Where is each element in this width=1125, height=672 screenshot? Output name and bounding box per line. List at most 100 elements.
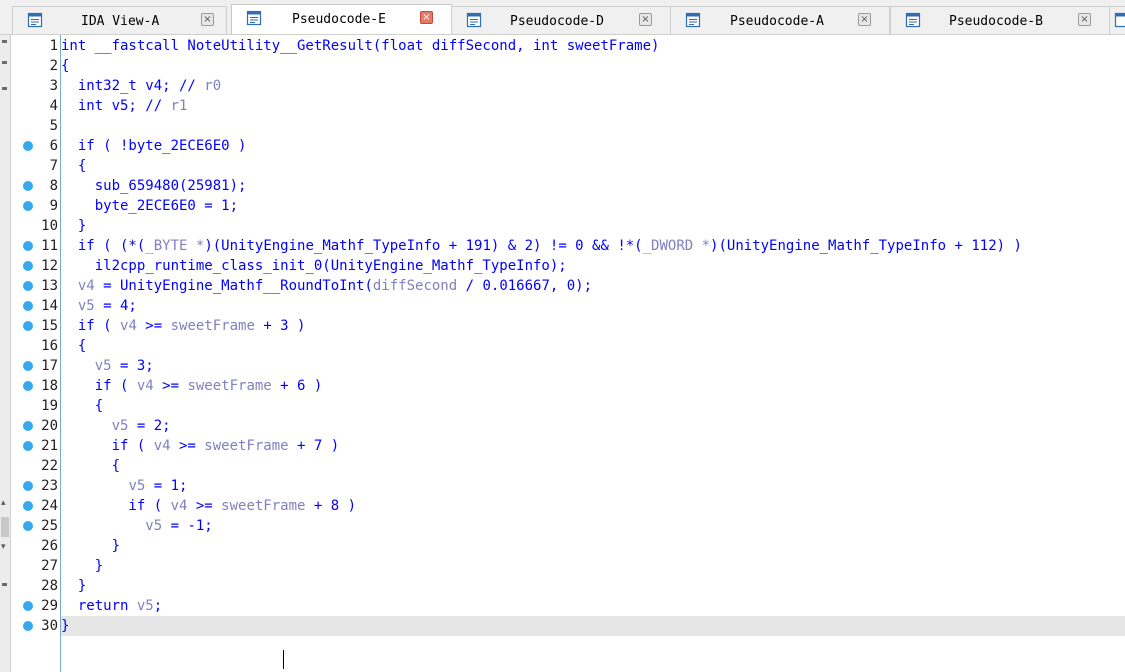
gutter-line[interactable]: 12 — [11, 256, 60, 276]
breakpoint-dot-icon[interactable] — [23, 601, 33, 611]
code-line[interactable]: { — [61, 396, 1125, 416]
code-line[interactable]: byte_2ECE6E0 = 1; — [61, 196, 1125, 216]
gutter-line[interactable]: 5 — [11, 116, 60, 136]
tab-overflow[interactable] — [1109, 6, 1125, 34]
code-line[interactable]: } — [61, 216, 1125, 236]
breakpoint-dot-icon[interactable] — [23, 381, 33, 391]
pseudocode-editor[interactable]: int __fastcall NoteUtility__GetResult(fl… — [61, 35, 1125, 672]
gutter-line[interactable]: 18 — [11, 376, 60, 396]
code-line[interactable]: if ( !byte_2ECE6E0 ) — [61, 136, 1125, 156]
scroll-down-arrow-icon[interactable]: ▾ — [1, 543, 6, 552]
close-tab-icon[interactable]: × — [639, 13, 652, 26]
gutter-line[interactable]: 8 — [11, 176, 60, 196]
code-line[interactable]: v5 = 2; — [61, 416, 1125, 436]
gutter-line[interactable]: 29 — [11, 596, 60, 616]
gutter-line[interactable]: 27 — [11, 556, 60, 576]
tab-ida-view-a[interactable]: IDA View-A × — [12, 6, 227, 34]
breakpoint-dot-icon[interactable] — [23, 281, 33, 291]
tab-pseudocode-a[interactable]: Pseudocode-A × — [670, 6, 890, 34]
code-line[interactable]: il2cpp_runtime_class_init_0(UnityEngine_… — [61, 256, 1125, 276]
gutter-line[interactable]: 16 — [11, 336, 60, 356]
code-line[interactable]: { — [61, 336, 1125, 356]
gutter-line[interactable]: 21 — [11, 436, 60, 456]
breakpoint-dot-icon[interactable] — [23, 621, 33, 631]
code-line[interactable]: return v5; — [61, 596, 1125, 616]
code-line[interactable]: } — [61, 616, 1125, 636]
gutter-line[interactable]: 6 — [11, 136, 60, 156]
breakpoint-dot-icon[interactable] — [23, 141, 33, 151]
code-line[interactable]: } — [61, 556, 1125, 576]
breakpoint-dot-icon[interactable] — [23, 321, 33, 331]
gutter-line[interactable]: 14 — [11, 296, 60, 316]
breakpoint-dot-icon[interactable] — [23, 261, 33, 271]
code-line[interactable]: v5 = 4; — [61, 296, 1125, 316]
breakpoint-dot-icon[interactable] — [23, 301, 33, 311]
code-text: int32_t v4; // — [61, 78, 205, 94]
code-line[interactable]: sub_659480(25981); — [61, 176, 1125, 196]
code-line[interactable]: if ( v4 >= sweetFrame + 7 ) — [61, 436, 1125, 456]
gutter-line[interactable]: 26 — [11, 536, 60, 556]
breakpoint-dot-icon[interactable] — [23, 201, 33, 211]
code-line[interactable]: v5 = 1; — [61, 476, 1125, 496]
breakpoint-dot-icon[interactable] — [23, 241, 33, 251]
gutter-line[interactable]: 23 — [11, 476, 60, 496]
gutter-line[interactable]: 22 — [11, 456, 60, 476]
code-line[interactable]: v5 = 3; — [61, 356, 1125, 376]
breakpoint-dot-icon[interactable] — [23, 521, 33, 531]
line-number: 5 — [49, 118, 58, 134]
gutter-line[interactable]: 28 — [11, 576, 60, 596]
code-line[interactable]: if ( v4 >= sweetFrame + 6 ) — [61, 376, 1125, 396]
scroll-up-arrow-icon[interactable]: ▴ — [1, 499, 6, 508]
code-line[interactable]: v5 = -1; — [61, 516, 1125, 536]
gutter-line[interactable]: 7 — [11, 156, 60, 176]
gutter-line[interactable]: 13 — [11, 276, 60, 296]
code-text: )(UnityEngine_Mathf_TypeInfo + 112) ) — [710, 238, 1022, 254]
code-text: } — [61, 218, 87, 234]
gutter-line[interactable]: 30 — [11, 616, 60, 636]
code-line[interactable]: { — [61, 56, 1125, 76]
gutter-line[interactable]: 24 — [11, 496, 60, 516]
line-number-gutter[interactable]: 1 2 3 4 5 6 7 8 9 10 11 12 13 14 15 16 17 18 19 20 21 22 23 24 2… — [11, 35, 61, 672]
code-line[interactable]: if ( (*(_BYTE *)(UnityEngine_Mathf_TypeI… — [61, 236, 1125, 256]
gutter-line[interactable]: 1 — [11, 36, 60, 56]
breakpoint-dot-icon[interactable] — [23, 181, 33, 191]
tab-pseudocode-b[interactable]: Pseudocode-B × — [890, 6, 1110, 34]
left-collapsed-panel[interactable]: ▴ ▾ — [0, 35, 11, 672]
breakpoint-dot-icon[interactable] — [23, 481, 33, 491]
code-line[interactable]: } — [61, 576, 1125, 596]
code-line[interactable]: int v5; // r1 — [61, 96, 1125, 116]
code-line[interactable]: int32_t v4; // r0 — [61, 76, 1125, 96]
gutter-line[interactable]: 9 — [11, 196, 60, 216]
code-line[interactable]: { — [61, 456, 1125, 476]
tab-pseudocode-e[interactable]: Pseudocode-E × — [231, 4, 452, 34]
code-line[interactable]: int __fastcall NoteUtility__GetResult(fl… — [61, 36, 1125, 56]
code-line[interactable]: if ( v4 >= sweetFrame + 3 ) — [61, 316, 1125, 336]
code-line[interactable] — [61, 116, 1125, 136]
code-line[interactable]: } — [61, 536, 1125, 556]
gutter-line[interactable]: 19 — [11, 396, 60, 416]
code-line[interactable]: if ( v4 >= sweetFrame + 8 ) — [61, 496, 1125, 516]
scrollbar-thumb[interactable] — [1, 517, 9, 537]
close-tab-icon[interactable]: × — [420, 11, 433, 24]
gutter-line[interactable]: 20 — [11, 416, 60, 436]
gutter-line[interactable]: 17 — [11, 356, 60, 376]
tab-pseudocode-d[interactable]: Pseudocode-D × — [451, 6, 671, 34]
breakpoint-dot-icon[interactable] — [23, 361, 33, 371]
close-tab-icon[interactable]: × — [858, 13, 871, 26]
gutter-line[interactable]: 3 — [11, 76, 60, 96]
gutter-line[interactable]: 25 — [11, 516, 60, 536]
gutter-line[interactable]: 11 — [11, 236, 60, 256]
code-line[interactable]: v4 = UnityEngine_Mathf__RoundToInt(diffS… — [61, 276, 1125, 296]
code-identifier: v5 — [145, 518, 163, 534]
breakpoint-dot-icon[interactable] — [23, 421, 33, 431]
gutter-line[interactable]: 10 — [11, 216, 60, 236]
gutter-line[interactable]: 4 — [11, 96, 60, 116]
code-line[interactable]: { — [61, 156, 1125, 176]
breakpoint-dot-icon[interactable] — [23, 501, 33, 511]
close-tab-icon[interactable]: × — [201, 13, 214, 26]
close-tab-icon[interactable]: × — [1078, 13, 1091, 26]
gutter-line[interactable]: 2 — [11, 56, 60, 76]
breakpoint-dot-icon[interactable] — [23, 441, 33, 451]
gutter-line[interactable]: 15 — [11, 316, 60, 336]
